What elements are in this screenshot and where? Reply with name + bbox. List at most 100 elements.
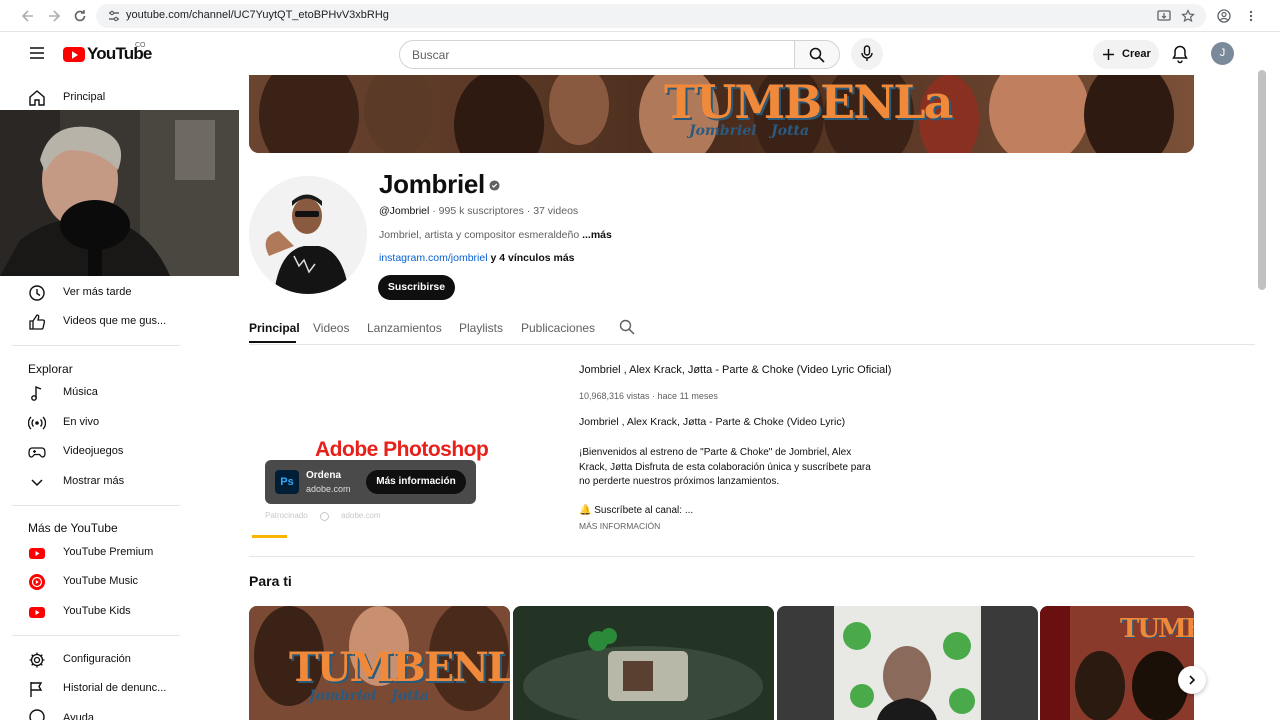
forward-icon[interactable]: [46, 8, 62, 24]
tab-lanzamientos[interactable]: Lanzamientos: [367, 321, 442, 335]
music-icon: [31, 385, 42, 401]
ad-cta-title: Ordena: [306, 470, 342, 481]
channel-name: Jombriel: [379, 169, 485, 199]
channel-links[interactable]: instagram.com/jombriel y 4 vínculos más: [379, 252, 575, 264]
notifications-bell-icon[interactable]: [1170, 44, 1190, 64]
profile-icon[interactable]: [1217, 9, 1231, 23]
sidebar-divider: [12, 635, 180, 636]
sidebar-item-en-vivo[interactable]: En vivo: [28, 412, 178, 434]
featured-video-meta: 10,968,316 vistas · hace 11 meses: [579, 391, 718, 401]
flag-icon: [30, 682, 43, 697]
page-scrollbar[interactable]: [1258, 70, 1266, 290]
youtube-logo-icon[interactable]: [63, 44, 85, 64]
help-icon: [29, 709, 45, 720]
channel-handle: @Jombriel: [379, 205, 430, 217]
search-icon: [809, 47, 825, 63]
featured-video-player[interactable]: Adobe Photoshop Ps Ordena adobe.com Más …: [249, 362, 562, 538]
ad-info-icon[interactable]: [320, 512, 329, 521]
ad-sponsored-label: Patrocinado: [265, 511, 308, 520]
sidebar-divider: [12, 345, 180, 346]
home-icon: [29, 90, 45, 106]
sidebar-section-mas-de-youtube: Más de YouTube: [28, 521, 118, 535]
ad-brand: Adobe Photoshop: [315, 438, 489, 462]
install-app-icon[interactable]: [1157, 9, 1171, 23]
channel-description[interactable]: Jombriel, artista y compositor esmeralde…: [379, 229, 612, 241]
sidebar-item-historial-denuncias[interactable]: Historial de denunc...: [28, 678, 178, 700]
sidebar-item-musica[interactable]: Música: [28, 382, 178, 404]
url-text[interactable]: youtube.com/channel/UC7YuytQT_etoBPHvV3x…: [126, 9, 389, 21]
sidebar-item-label: Principal: [63, 91, 106, 103]
sidebar-item-label: Configuración: [63, 653, 131, 665]
channel-avatar[interactable]: [249, 176, 367, 294]
user-avatar[interactable]: J: [1211, 42, 1234, 65]
more-links[interactable]: y 4 vínculos más: [490, 252, 574, 264]
sidebar-item-label: Historial de denunc...: [63, 682, 167, 694]
more-info-link[interactable]: MÁS INFORMACIÓN: [579, 521, 660, 531]
chevron-down-icon: [31, 479, 43, 487]
clock-icon: [29, 285, 45, 301]
tab-publicaciones[interactable]: Publicaciones: [521, 321, 595, 335]
voice-search-button[interactable]: [851, 38, 883, 70]
tab-principal[interactable]: Principal: [249, 321, 300, 335]
carousel-next-button[interactable]: [1178, 666, 1206, 694]
search-input[interactable]: Buscar: [412, 48, 449, 62]
sidebar-item-principal[interactable]: Principal: [28, 87, 178, 109]
video-thumbnail[interactable]: TUMBENLa: [1040, 606, 1194, 720]
tab-videos[interactable]: Videos: [313, 321, 349, 335]
thumbnail-title: TUMBENLa: [1120, 614, 1194, 644]
channel-search-icon[interactable]: [619, 319, 635, 335]
gamepad-icon: [28, 447, 46, 458]
featured-video-description-line: Jombriel , Alex Krack, Jøtta - Parte & C…: [579, 416, 846, 428]
ad-overlay[interactable]: Ps Ordena adobe.com Más información: [265, 460, 476, 504]
video-thumbnail[interactable]: TUMBENLa Jombriel Jotta: [249, 606, 510, 720]
hamburger-menu-icon[interactable]: [28, 44, 46, 62]
browser-menu-icon[interactable]: [1244, 9, 1258, 23]
webcam-overlay: [0, 110, 239, 276]
sidebar-item-videojuegos[interactable]: Videojuegos: [28, 441, 178, 463]
youtube-kids-icon: [29, 607, 45, 618]
thumbnail-title: TUMBENLa: [289, 644, 510, 691]
thumbs-up-icon: [29, 314, 46, 330]
channel-meta: @Jombriel · 995 k suscriptores · 37 vide…: [379, 205, 578, 217]
sidebar-item-configuracion[interactable]: Configuración: [28, 649, 178, 671]
search-button[interactable]: [794, 40, 840, 69]
region-code: CO: [135, 42, 146, 49]
ad-brand-text: Adobe Photoshop: [315, 438, 489, 461]
sidebar-item-label: YouTube Music: [63, 575, 139, 587]
sidebar-section-explorar: Explorar: [28, 362, 73, 376]
section-divider: [249, 556, 1194, 557]
sidebar-divider: [12, 505, 180, 506]
video-thumbnail[interactable]: [777, 606, 1038, 720]
channel-description-text: Jombriel, artista y compositor esmeralde…: [379, 229, 580, 241]
tab-playlists[interactable]: Playlists: [459, 321, 503, 335]
sidebar-item-label: Música: [63, 386, 98, 398]
instagram-link[interactable]: instagram.com/jombriel: [379, 252, 488, 264]
search-box[interactable]: [399, 40, 795, 69]
featured-video-subscribe-line: 🔔 Suscríbete al canal: ...: [579, 505, 694, 516]
sidebar-item-liked-videos[interactable]: Videos que me gus...: [28, 311, 178, 333]
sidebar-item-mostrar-mas[interactable]: Mostrar más: [28, 471, 178, 493]
sidebar-item-ver-mas-tarde[interactable]: Ver más tarde: [28, 282, 178, 304]
site-info-icon[interactable]: [108, 10, 120, 22]
bookmark-star-icon[interactable]: [1181, 9, 1195, 23]
subscribe-button[interactable]: Suscribirse: [378, 275, 455, 300]
ad-sponsored-domain: adobe.com: [341, 511, 381, 520]
thumbnail-artists: Jombriel Jotta: [309, 688, 430, 704]
reload-icon[interactable]: [72, 8, 88, 24]
photoshop-logo-icon: Ps: [275, 470, 299, 494]
sidebar-item-label: Ver más tarde: [63, 286, 132, 298]
create-label[interactable]: Crear: [1122, 48, 1151, 60]
description-more-link[interactable]: ...más: [582, 229, 612, 241]
back-icon[interactable]: [20, 8, 36, 24]
sidebar-item-ayuda[interactable]: Ayuda: [28, 706, 178, 720]
sidebar-item-youtube-premium[interactable]: YouTube Premium: [28, 542, 178, 564]
sidebar-item-youtube-kids[interactable]: YouTube Kids: [28, 601, 178, 623]
sidebar-item-youtube-music[interactable]: YouTube Music: [28, 571, 178, 593]
sidebar-item-label: En vivo: [63, 416, 100, 428]
ad-more-info-button[interactable]: Más información: [366, 470, 466, 494]
video-thumbnail[interactable]: [513, 606, 774, 720]
sidebar-item-label: Mostrar más: [63, 475, 125, 487]
featured-video-title[interactable]: Jombriel , Alex Krack, Jøtta - Parte & C…: [579, 364, 891, 376]
microphone-icon: [861, 45, 873, 61]
youtube-premium-icon: [29, 548, 45, 559]
